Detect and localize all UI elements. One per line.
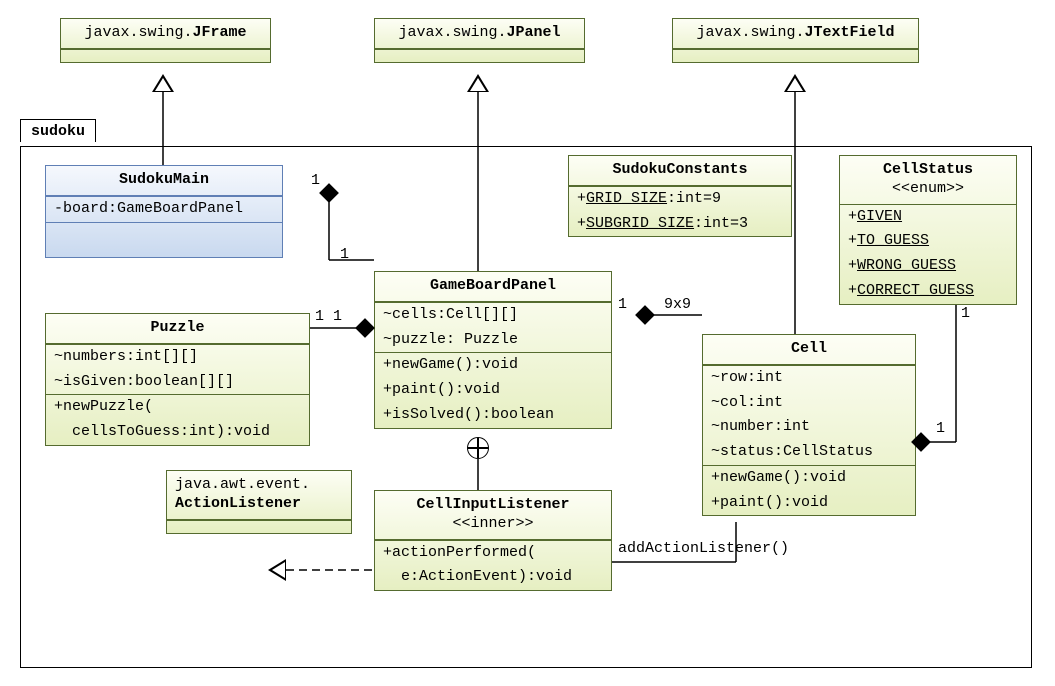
- attr: ~number:int: [703, 415, 915, 440]
- attr: ~isGiven:boolean[][]: [46, 370, 309, 395]
- class-header: java.awt.event. ActionListener: [167, 471, 351, 520]
- class-header: SudokuConstants: [569, 156, 791, 186]
- op: +paint():void: [375, 378, 611, 403]
- empty-section: [167, 520, 351, 533]
- val: +GIVEN: [840, 205, 1016, 230]
- op: +newPuzzle(: [46, 394, 309, 420]
- class-sudokuconstants: SudokuConstants +GRID_SIZE:int=9 +SUBGRI…: [568, 155, 792, 237]
- class-header: CellInputListener <<inner>>: [375, 491, 611, 540]
- empty-section: [375, 49, 584, 62]
- op: cellsToGuess:int):void: [46, 420, 309, 445]
- class-header: CellStatus <<enum>>: [840, 156, 1016, 205]
- class-puzzle: Puzzle ~numbers:int[][] ~isGiven:boolean…: [45, 313, 310, 446]
- class-cell: Cell ~row:int ~col:int ~number:int ~stat…: [702, 334, 916, 516]
- inheritance-arrow-icon: [467, 74, 489, 92]
- attr: +SUBGRID_SIZE:int=3: [569, 212, 791, 237]
- class-cellstatus: CellStatus <<enum>> +GIVEN +TO_GUESS +WR…: [839, 155, 1017, 305]
- multiplicity-label: 1: [333, 308, 342, 325]
- containment-icon: [467, 437, 489, 459]
- attr: ~status:CellStatus: [703, 440, 915, 465]
- attr: ~col:int: [703, 391, 915, 416]
- attr: -board:GameBoardPanel: [46, 196, 282, 222]
- op: +paint():void: [703, 491, 915, 516]
- attr: +GRID_SIZE:int=9: [569, 186, 791, 212]
- op: e:ActionEvent):void: [375, 565, 611, 590]
- association-label: addActionListener(): [618, 540, 789, 557]
- val: +CORRECT_GUESS: [840, 279, 1016, 304]
- class-sudokumain: SudokuMain -board:GameBoardPanel: [45, 165, 283, 258]
- multiplicity-label: 1: [311, 172, 320, 189]
- class-gameboardpanel: GameBoardPanel ~cells:Cell[][] ~puzzle: …: [374, 271, 612, 429]
- class-jtextfield: javax.swing.JTextField: [672, 18, 919, 63]
- multiplicity-label: 9x9: [664, 296, 691, 313]
- attr: ~row:int: [703, 365, 915, 391]
- class-header: Puzzle: [46, 314, 309, 344]
- op: +actionPerformed(: [375, 540, 611, 566]
- empty-section: [673, 49, 918, 62]
- class-header: javax.swing.JFrame: [61, 19, 270, 49]
- class-header: javax.swing.JTextField: [673, 19, 918, 49]
- class-header: Cell: [703, 335, 915, 365]
- multiplicity-label: 1: [618, 296, 627, 313]
- op: +newGame():void: [375, 352, 611, 378]
- empty-section: [46, 222, 282, 257]
- package-name: sudoku: [31, 123, 85, 140]
- package-tab: sudoku: [20, 119, 96, 142]
- class-cellinputlistener: CellInputListener <<inner>> +actionPerfo…: [374, 490, 612, 591]
- class-jpanel: javax.swing.JPanel: [374, 18, 585, 63]
- attr: ~puzzle: Puzzle: [375, 328, 611, 353]
- empty-section: [61, 49, 270, 62]
- inheritance-arrow-icon: [152, 74, 174, 92]
- class-jframe: javax.swing.JFrame: [60, 18, 271, 63]
- class-header: GameBoardPanel: [375, 272, 611, 302]
- multiplicity-label: 1: [315, 308, 324, 325]
- op: +isSolved():boolean: [375, 403, 611, 428]
- val: +WRONG_GUESS: [840, 254, 1016, 279]
- attr: ~cells:Cell[][]: [375, 302, 611, 328]
- attr: ~numbers:int[][]: [46, 344, 309, 370]
- class-header: SudokuMain: [46, 166, 282, 196]
- multiplicity-label: 1: [936, 420, 945, 437]
- inheritance-arrow-icon: [784, 74, 806, 92]
- op: +newGame():void: [703, 465, 915, 491]
- multiplicity-label: 1: [961, 305, 970, 322]
- multiplicity-label: 1: [340, 246, 349, 263]
- class-header: javax.swing.JPanel: [375, 19, 584, 49]
- class-actionlistener: java.awt.event. ActionListener: [166, 470, 352, 534]
- val: +TO_GUESS: [840, 229, 1016, 254]
- realization-arrow-icon: [268, 559, 286, 581]
